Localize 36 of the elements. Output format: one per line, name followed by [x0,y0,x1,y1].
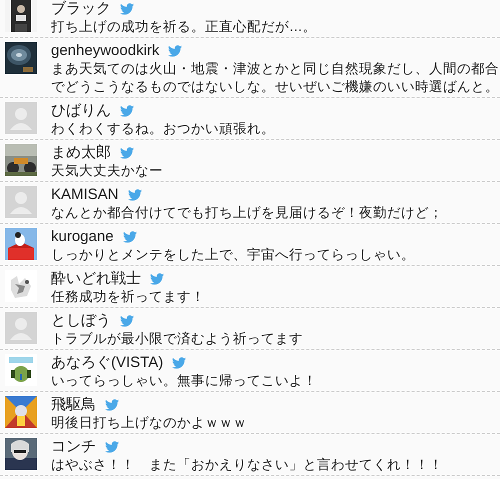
tweet-text: 明後日打ち上げなのかよｗｗｗ [51,414,248,432]
bird-icon [120,2,134,16]
tweet-text: まあ天気てのは火山・地震・津波とかと同じ自然現象だし、人間の都合でどうこうなるものではないしな。せいぜいご機嫌のいい時選ばんと。 [51,60,500,96]
tweet-text: わくわくするね。おつかい頑張れ。 [51,120,276,138]
bird-icon [105,398,119,412]
user-name: 飛駆鳥 [51,396,96,414]
bird-icon [120,146,134,160]
bird-icon [168,44,182,58]
tweet-text: なんとか都合付けてでも打ち上げを見届けるぞ！夜勤だけど； [51,204,444,222]
bird-icon [120,104,134,118]
bird-icon [128,188,142,202]
user-name: としぼう [51,312,111,330]
tweet-text: しっかりとメンテをした上で、宇宙へ行ってらっしゃい。 [51,246,416,264]
bird-icon [150,272,164,286]
avatar-placeholder-icon [5,312,37,344]
bird-icon [120,314,134,328]
tweet-text: 打ち上げの成功を祈る。正直心配だが…。 [51,18,318,36]
user-name: genheywoodkirk [51,42,160,60]
tweet-text: 天気大丈夫かなー [51,162,164,180]
bird-icon [172,356,186,370]
user-name: ひばりん [51,102,111,120]
avatar-placeholder-icon [5,186,37,218]
tweet-text: いってらっしゃい。無事に帰ってこいよ！ [51,372,318,390]
user-name: KAMISAN [51,186,119,204]
user-name: 酔いどれ戦士 [51,270,141,288]
user-name: まめ太郎 [51,144,111,162]
user-name: コンチ [51,438,96,456]
tweet-text: 任務成功を祈ってます！ [51,288,206,306]
avatar-placeholder-icon [5,102,37,134]
bird-icon [105,440,119,454]
user-name: ブラック [51,0,111,18]
tweet-text: トラブルが最小限で済むよう祈ってます [51,330,304,348]
tweet-text: はやぶさ！！ また「おかえりなさい」と言わせてくれ！！！ [51,456,444,474]
bird-icon [122,230,137,244]
user-name: あなろぐ(VISTA) [51,354,164,372]
user-name: kurogane [51,228,114,246]
